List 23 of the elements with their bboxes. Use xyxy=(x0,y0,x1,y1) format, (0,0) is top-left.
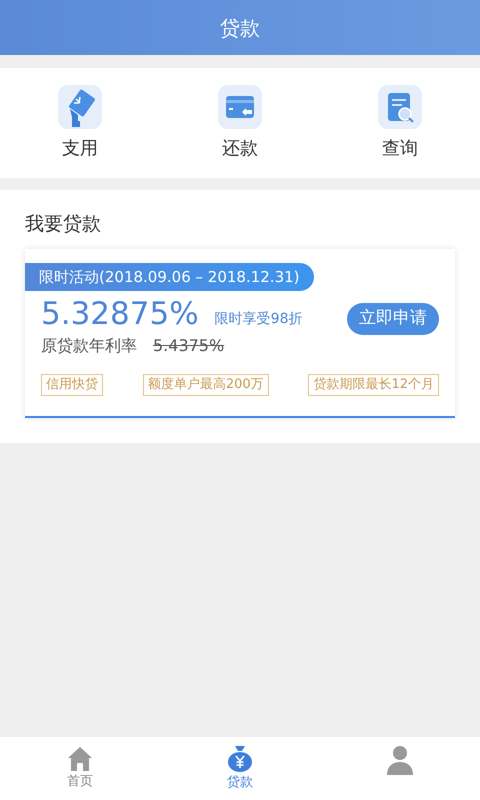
tab-item[interactable] xyxy=(387,744,413,774)
section-title: 我要贷款 xyxy=(25,212,102,237)
money-bag-icon xyxy=(227,744,253,773)
feature-tag: 信用快贷 xyxy=(41,374,103,396)
promo-banner: 限时活动(2018.09.06 – 2018.12.31) xyxy=(25,262,314,291)
page-title: 贷款 xyxy=(220,14,260,42)
card-return-icon xyxy=(218,84,262,128)
interest-rate: 5.32875% xyxy=(41,299,199,330)
original-rate: 5.4375% xyxy=(153,335,224,357)
document-search-icon xyxy=(378,84,422,128)
feature-tag: 额度单户最高200万 xyxy=(142,374,269,396)
discount-label: 限时享受98折 xyxy=(214,310,302,329)
person-icon xyxy=(387,744,413,774)
original-rate-label: 原贷款年利率 xyxy=(41,335,137,357)
home-icon xyxy=(67,746,93,772)
tab-item[interactable]: 首页 xyxy=(67,746,93,792)
action-button[interactable]: 支用 xyxy=(58,84,102,162)
action-button[interactable]: 查询 xyxy=(378,84,422,162)
feature-tag: 贷款期限最长12个月 xyxy=(308,374,439,396)
hand-card-icon xyxy=(58,84,102,128)
offer-card[interactable]: 限时活动(2018.09.06 – 2018.12.31) 5.32875% 限时享受98折 原贷款年利率 5.4375% 立即申请 信用快贷 额度单户最高200万 贷款期限最长12个月 xyxy=(25,248,455,418)
action-button[interactable]: 还款 xyxy=(218,84,262,162)
tab-item[interactable]: 贷款 xyxy=(227,744,253,792)
